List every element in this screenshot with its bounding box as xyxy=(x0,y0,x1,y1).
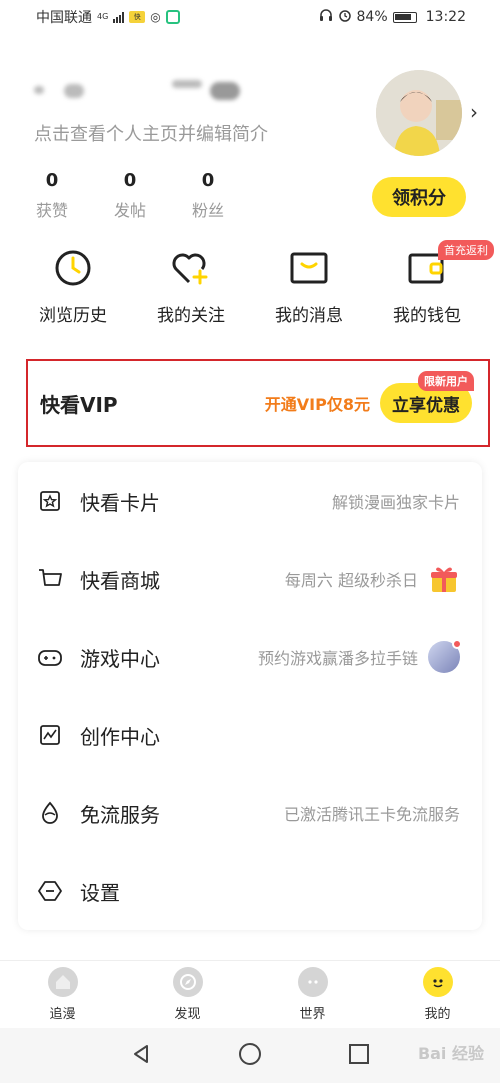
settings-icon xyxy=(38,879,62,903)
profile-subtitle[interactable]: 点击查看个人主页并编辑简介 xyxy=(34,120,268,146)
face-icon xyxy=(422,967,453,997)
menu-item-label: 游戏中心 xyxy=(80,646,160,671)
carrier-label: 中国联通 xyxy=(36,10,92,26)
quick-action-label: 我的钱包 xyxy=(393,306,461,326)
tab-discover[interactable]: 发现 xyxy=(148,967,228,1022)
menu-item-label: 快看卡片 xyxy=(80,490,160,515)
gift-icon xyxy=(428,563,460,595)
stat-label: 发帖 xyxy=(113,201,146,220)
stat-label: 获赞 xyxy=(35,201,68,220)
vip-button-label: 立享优惠 xyxy=(392,395,460,416)
drop-icon xyxy=(38,801,62,825)
menu-item-desc: 预约游戏赢潘多拉手链 xyxy=(257,649,418,668)
game-avatar xyxy=(428,639,462,673)
quick-action-history[interactable]: 浏览历史 xyxy=(14,248,132,326)
new-user-tag: 限新用户 xyxy=(418,371,474,391)
tab-world[interactable]: 世界 xyxy=(273,967,353,1022)
tab-label: 世界 xyxy=(299,1007,326,1022)
recents-icon[interactable] xyxy=(348,1043,370,1069)
app-green-icon xyxy=(165,10,180,24)
claim-points-button[interactable]: 领积分 xyxy=(372,177,466,217)
message-icon xyxy=(289,248,329,288)
vip-promo-text: 开通VIP仅8元 xyxy=(264,395,370,414)
quick-action-messages[interactable]: 我的消息 xyxy=(250,248,368,326)
vip-banner[interactable]: 快看VIP 开通VIP仅8元 立享优惠 限新用户 xyxy=(26,359,490,447)
bottom-tab-bar: 追漫 发现 世界 我的 xyxy=(0,960,500,1028)
app-notification-icon: 快 xyxy=(129,11,146,23)
network-type-label: 4G xyxy=(97,12,109,21)
gamepad-icon xyxy=(38,645,62,669)
stat-value: 0 xyxy=(123,170,137,191)
menu-item-settings[interactable]: 设置 xyxy=(18,852,482,930)
heart-plus-icon xyxy=(171,248,211,288)
quick-action-following[interactable]: 我的关注 xyxy=(132,248,250,326)
back-icon[interactable] xyxy=(130,1043,152,1069)
clock-time: 13:22 xyxy=(425,9,466,25)
status-bar: 中国联通 4G 快 ◎ 84% 13:22 xyxy=(0,0,500,34)
signal-icon xyxy=(113,11,125,23)
menu-item-cards[interactable]: 快看卡片 解锁漫画独家卡片 xyxy=(18,462,482,540)
profile-stats: 0 获赞 0 发帖 0 粉丝 xyxy=(34,170,226,221)
menu-item-desc: 解锁漫画独家卡片 xyxy=(331,493,460,512)
stat-likes[interactable]: 0 获赞 xyxy=(34,170,70,221)
card-star-icon xyxy=(38,489,62,513)
new-dot-icon xyxy=(452,639,462,649)
quick-action-label: 我的消息 xyxy=(275,306,343,326)
tab-label: 追漫 xyxy=(49,1007,76,1022)
tab-label: 我的 xyxy=(424,1007,451,1022)
alarm-icon xyxy=(338,8,352,26)
menu-item-label: 免流服务 xyxy=(80,802,160,827)
battery-icon xyxy=(392,11,417,23)
house-icon xyxy=(47,967,78,997)
avatar[interactable] xyxy=(376,70,462,156)
stat-posts[interactable]: 0 发帖 xyxy=(112,170,148,221)
clock-icon xyxy=(53,248,93,288)
menu-item-mall[interactable]: 快看商城 每周六 超级秒杀日 xyxy=(18,540,482,618)
profile-chevron-right-icon[interactable]: › xyxy=(470,100,478,124)
battery-percent: 84% xyxy=(356,9,388,25)
cart-icon xyxy=(38,567,62,591)
compass-icon xyxy=(172,967,203,997)
menu-item-desc: 每周六 超级秒杀日 xyxy=(284,571,418,590)
chart-icon xyxy=(38,723,62,747)
home-icon[interactable] xyxy=(238,1042,262,1070)
wechat-icon: ◎ xyxy=(150,10,161,24)
headphone-icon xyxy=(319,8,333,26)
menu-item-free-data[interactable]: 免流服务 已激活腾讯王卡免流服务 xyxy=(18,774,482,852)
watermark: Bai 经验 xyxy=(417,1044,484,1063)
menu-item-label: 创作中心 xyxy=(80,724,160,749)
menu-list: 快看卡片 解锁漫画独家卡片 快看商城 每周六 超级秒杀日 游戏中心 预约游戏赢潘… xyxy=(18,462,482,930)
quick-action-label: 浏览历史 xyxy=(39,306,107,326)
tab-label: 发现 xyxy=(174,1007,201,1022)
world-icon xyxy=(297,967,328,997)
wallet-promo-badge: 首充返利 xyxy=(438,240,494,260)
quick-action-wallet[interactable]: 首充返利 我的钱包 xyxy=(368,240,494,326)
username-redacted[interactable] xyxy=(34,72,244,106)
menu-item-games[interactable]: 游戏中心 预约游戏赢潘多拉手链 xyxy=(18,618,482,696)
quick-action-label: 我的关注 xyxy=(157,306,225,326)
menu-item-desc: 已激活腾讯王卡免流服务 xyxy=(283,805,460,824)
tab-mine[interactable]: 我的 xyxy=(398,967,478,1022)
menu-item-label: 设置 xyxy=(80,880,120,905)
stat-value: 0 xyxy=(201,170,215,191)
stat-label: 粉丝 xyxy=(191,201,224,220)
vip-claim-button[interactable]: 立享优惠 限新用户 xyxy=(380,371,474,423)
tab-follow-comics[interactable]: 追漫 xyxy=(23,967,103,1022)
menu-item-label: 快看商城 xyxy=(80,568,160,593)
stat-fans[interactable]: 0 粉丝 xyxy=(190,170,226,221)
vip-title: 快看VIP xyxy=(40,392,118,417)
stat-value: 0 xyxy=(45,170,59,191)
menu-item-creator[interactable]: 创作中心 xyxy=(18,696,482,774)
quick-actions: 浏览历史 我的关注 我的消息 首充返利 我的钱包 xyxy=(0,240,500,326)
